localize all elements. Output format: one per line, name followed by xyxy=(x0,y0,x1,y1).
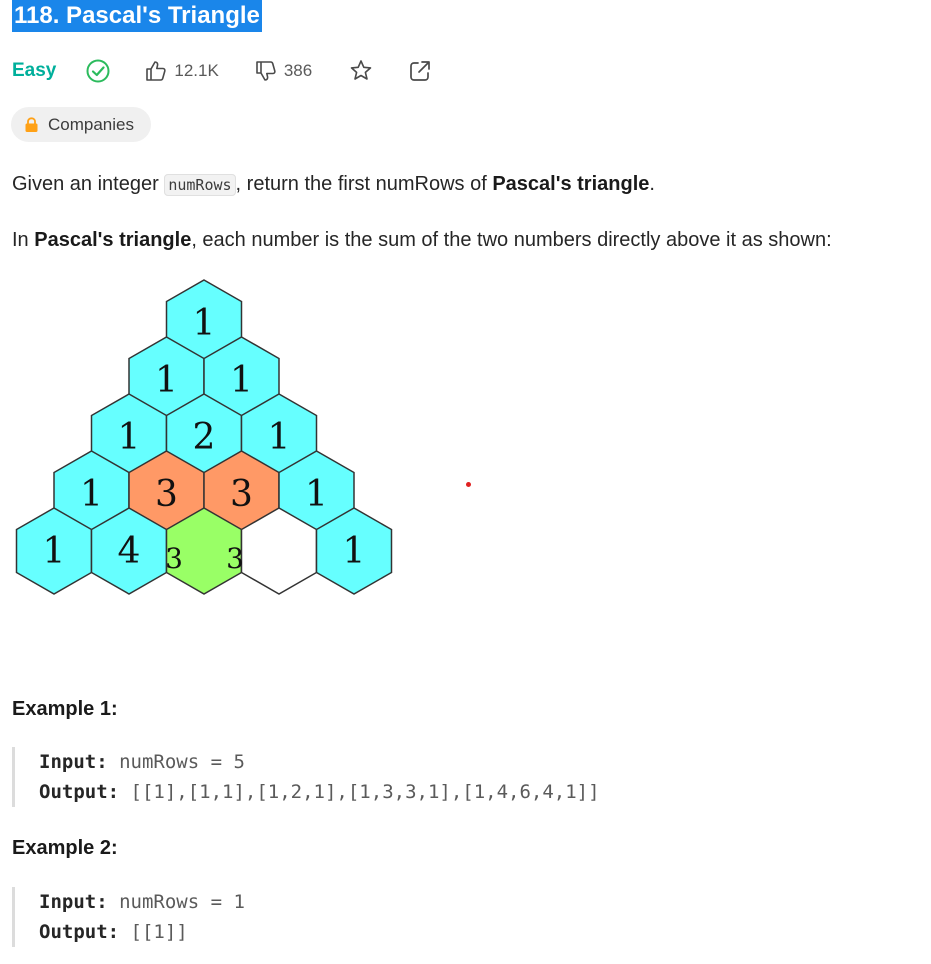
text: , each number is the sum of the two numb… xyxy=(191,229,832,251)
difficulty-badge: Easy xyxy=(12,60,57,81)
hex-number: 3 xyxy=(155,474,178,515)
hex-number: 1 xyxy=(80,474,103,515)
inline-code-numrows: numRows xyxy=(164,174,236,196)
hex-number: 3 xyxy=(230,474,253,515)
red-dot-marker xyxy=(466,482,471,487)
text: In xyxy=(12,229,35,251)
star-icon[interactable] xyxy=(348,58,374,84)
text: . xyxy=(649,173,655,195)
hex-number: 1 xyxy=(118,417,141,458)
lock-icon xyxy=(24,116,39,133)
hex-number: 4 xyxy=(118,531,141,572)
bold-text: Pascal's triangle xyxy=(492,173,650,195)
input-label: Input: xyxy=(39,891,108,913)
problem-title: 118. Pascal's Triangle xyxy=(12,0,262,32)
hex-number: 1 xyxy=(43,531,66,572)
example-2-block: Input: numRows = 1 Output: [[1]] xyxy=(12,887,245,947)
thumbs-up-icon xyxy=(144,59,168,83)
hex-number: 1 xyxy=(155,360,178,401)
example-1-output: Output: [[1],[1,1],[1,2,1],[1,3,3,1],[1,… xyxy=(39,777,600,807)
pascal-triangle-illustration: 11 11 2 11 3 3 11 4 13 3 xyxy=(15,279,393,595)
share-icon[interactable] xyxy=(407,58,433,84)
bold-text: Pascal's triangle xyxy=(34,229,192,251)
companies-label: Companies xyxy=(48,114,134,134)
output-value: [[1]] xyxy=(130,921,188,943)
example-2-input: Input: numRows = 1 xyxy=(39,887,245,917)
output-label: Output: xyxy=(39,921,120,943)
dislike-count: 386 xyxy=(283,61,313,80)
hex-number: 2 xyxy=(193,417,216,458)
input-label: Input: xyxy=(39,751,108,773)
example-1-block: Input: numRows = 5 Output: [[1],[1,1],[1… xyxy=(12,747,600,807)
output-label: Output: xyxy=(39,781,120,803)
description-paragraph-2: In Pascal's triangle, each number is the… xyxy=(12,226,832,254)
example-2-output: Output: [[1]] xyxy=(39,917,245,947)
problem-meta-row: Easy 12.1K 386 xyxy=(12,56,433,86)
problem-title-wrap: 118. Pascal's Triangle xyxy=(12,0,262,32)
check-circle-icon xyxy=(85,58,111,84)
example-1-title: Example 1: xyxy=(12,698,118,720)
hex-number: 1 xyxy=(268,417,291,458)
hex-small-label: 3 xyxy=(226,542,244,575)
example-1-input: Input: numRows = 5 xyxy=(39,747,600,777)
hex-number: 1 xyxy=(230,360,253,401)
description-paragraph-1: Given an integer numRows, return the fir… xyxy=(12,170,655,199)
input-value: numRows = 1 xyxy=(119,891,245,913)
companies-button[interactable]: Companies xyxy=(11,107,151,142)
hex-number: 1 xyxy=(343,531,366,572)
text: Given an integer xyxy=(12,173,165,195)
hex-small-label: 3 xyxy=(165,542,183,575)
like-button[interactable]: 12.1K xyxy=(144,59,219,83)
text: , return the first numRows of xyxy=(235,173,493,195)
input-value: numRows = 5 xyxy=(119,751,245,773)
hex-number: 1 xyxy=(305,474,328,515)
dislike-button[interactable]: 386 xyxy=(254,59,312,83)
thumbs-down-icon xyxy=(254,59,278,83)
example-2-title: Example 2: xyxy=(12,837,118,859)
like-count: 12.1K xyxy=(174,61,219,80)
output-value: [[1],[1,1],[1,2,1],[1,3,3,1],[1,4,6,4,1]… xyxy=(130,781,600,803)
hex-number: 1 xyxy=(193,303,216,344)
